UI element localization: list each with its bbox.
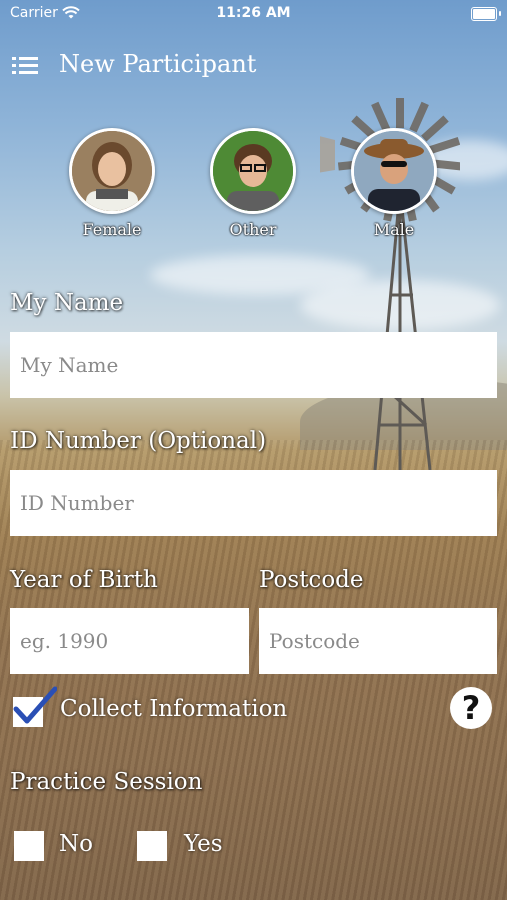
- hamburger-menu-icon[interactable]: [12, 54, 38, 76]
- postcode-label: Postcode: [259, 567, 364, 593]
- practice-no-checkbox[interactable]: [14, 831, 44, 861]
- practice-session-label: Practice Session: [10, 769, 203, 795]
- avatar-label-male: Male: [373, 220, 415, 239]
- page-title: New Participant: [59, 50, 257, 78]
- practice-yes-checkbox[interactable]: [137, 831, 167, 861]
- avatar-option-male[interactable]: Male: [339, 128, 449, 239]
- name-label: My Name: [10, 290, 124, 316]
- clock-time: 11:26 AM: [216, 5, 291, 21]
- avatar-option-female[interactable]: Female: [57, 128, 167, 239]
- collect-information-checkbox[interactable]: [13, 686, 57, 727]
- avatar-label-female: Female: [82, 220, 142, 239]
- battery-tip: [499, 11, 501, 16]
- id-number-input[interactable]: [10, 470, 497, 536]
- practice-yes-label: Yes: [184, 831, 223, 857]
- female-avatar-icon[interactable]: [69, 128, 155, 214]
- help-icon[interactable]: ?: [450, 687, 492, 729]
- avatar-option-other[interactable]: Other: [198, 128, 308, 239]
- collect-information-label: Collect Information: [60, 696, 288, 722]
- other-avatar-icon[interactable]: [210, 128, 296, 214]
- practice-no-label: No: [59, 831, 93, 857]
- year-of-birth-input[interactable]: [10, 608, 249, 674]
- navigation-bar: New Participant: [0, 44, 507, 88]
- year-of-birth-label: Year of Birth: [10, 567, 158, 593]
- male-avatar-icon[interactable]: [351, 128, 437, 214]
- id-number-label: ID Number (Optional): [10, 428, 267, 454]
- battery-icon: [471, 7, 497, 21]
- avatar-label-other: Other: [229, 220, 277, 239]
- checkmark-icon: [13, 686, 57, 724]
- name-input[interactable]: [10, 332, 497, 398]
- postcode-input[interactable]: [259, 608, 497, 674]
- status-bar: Carrier 11:26 AM: [0, 0, 507, 28]
